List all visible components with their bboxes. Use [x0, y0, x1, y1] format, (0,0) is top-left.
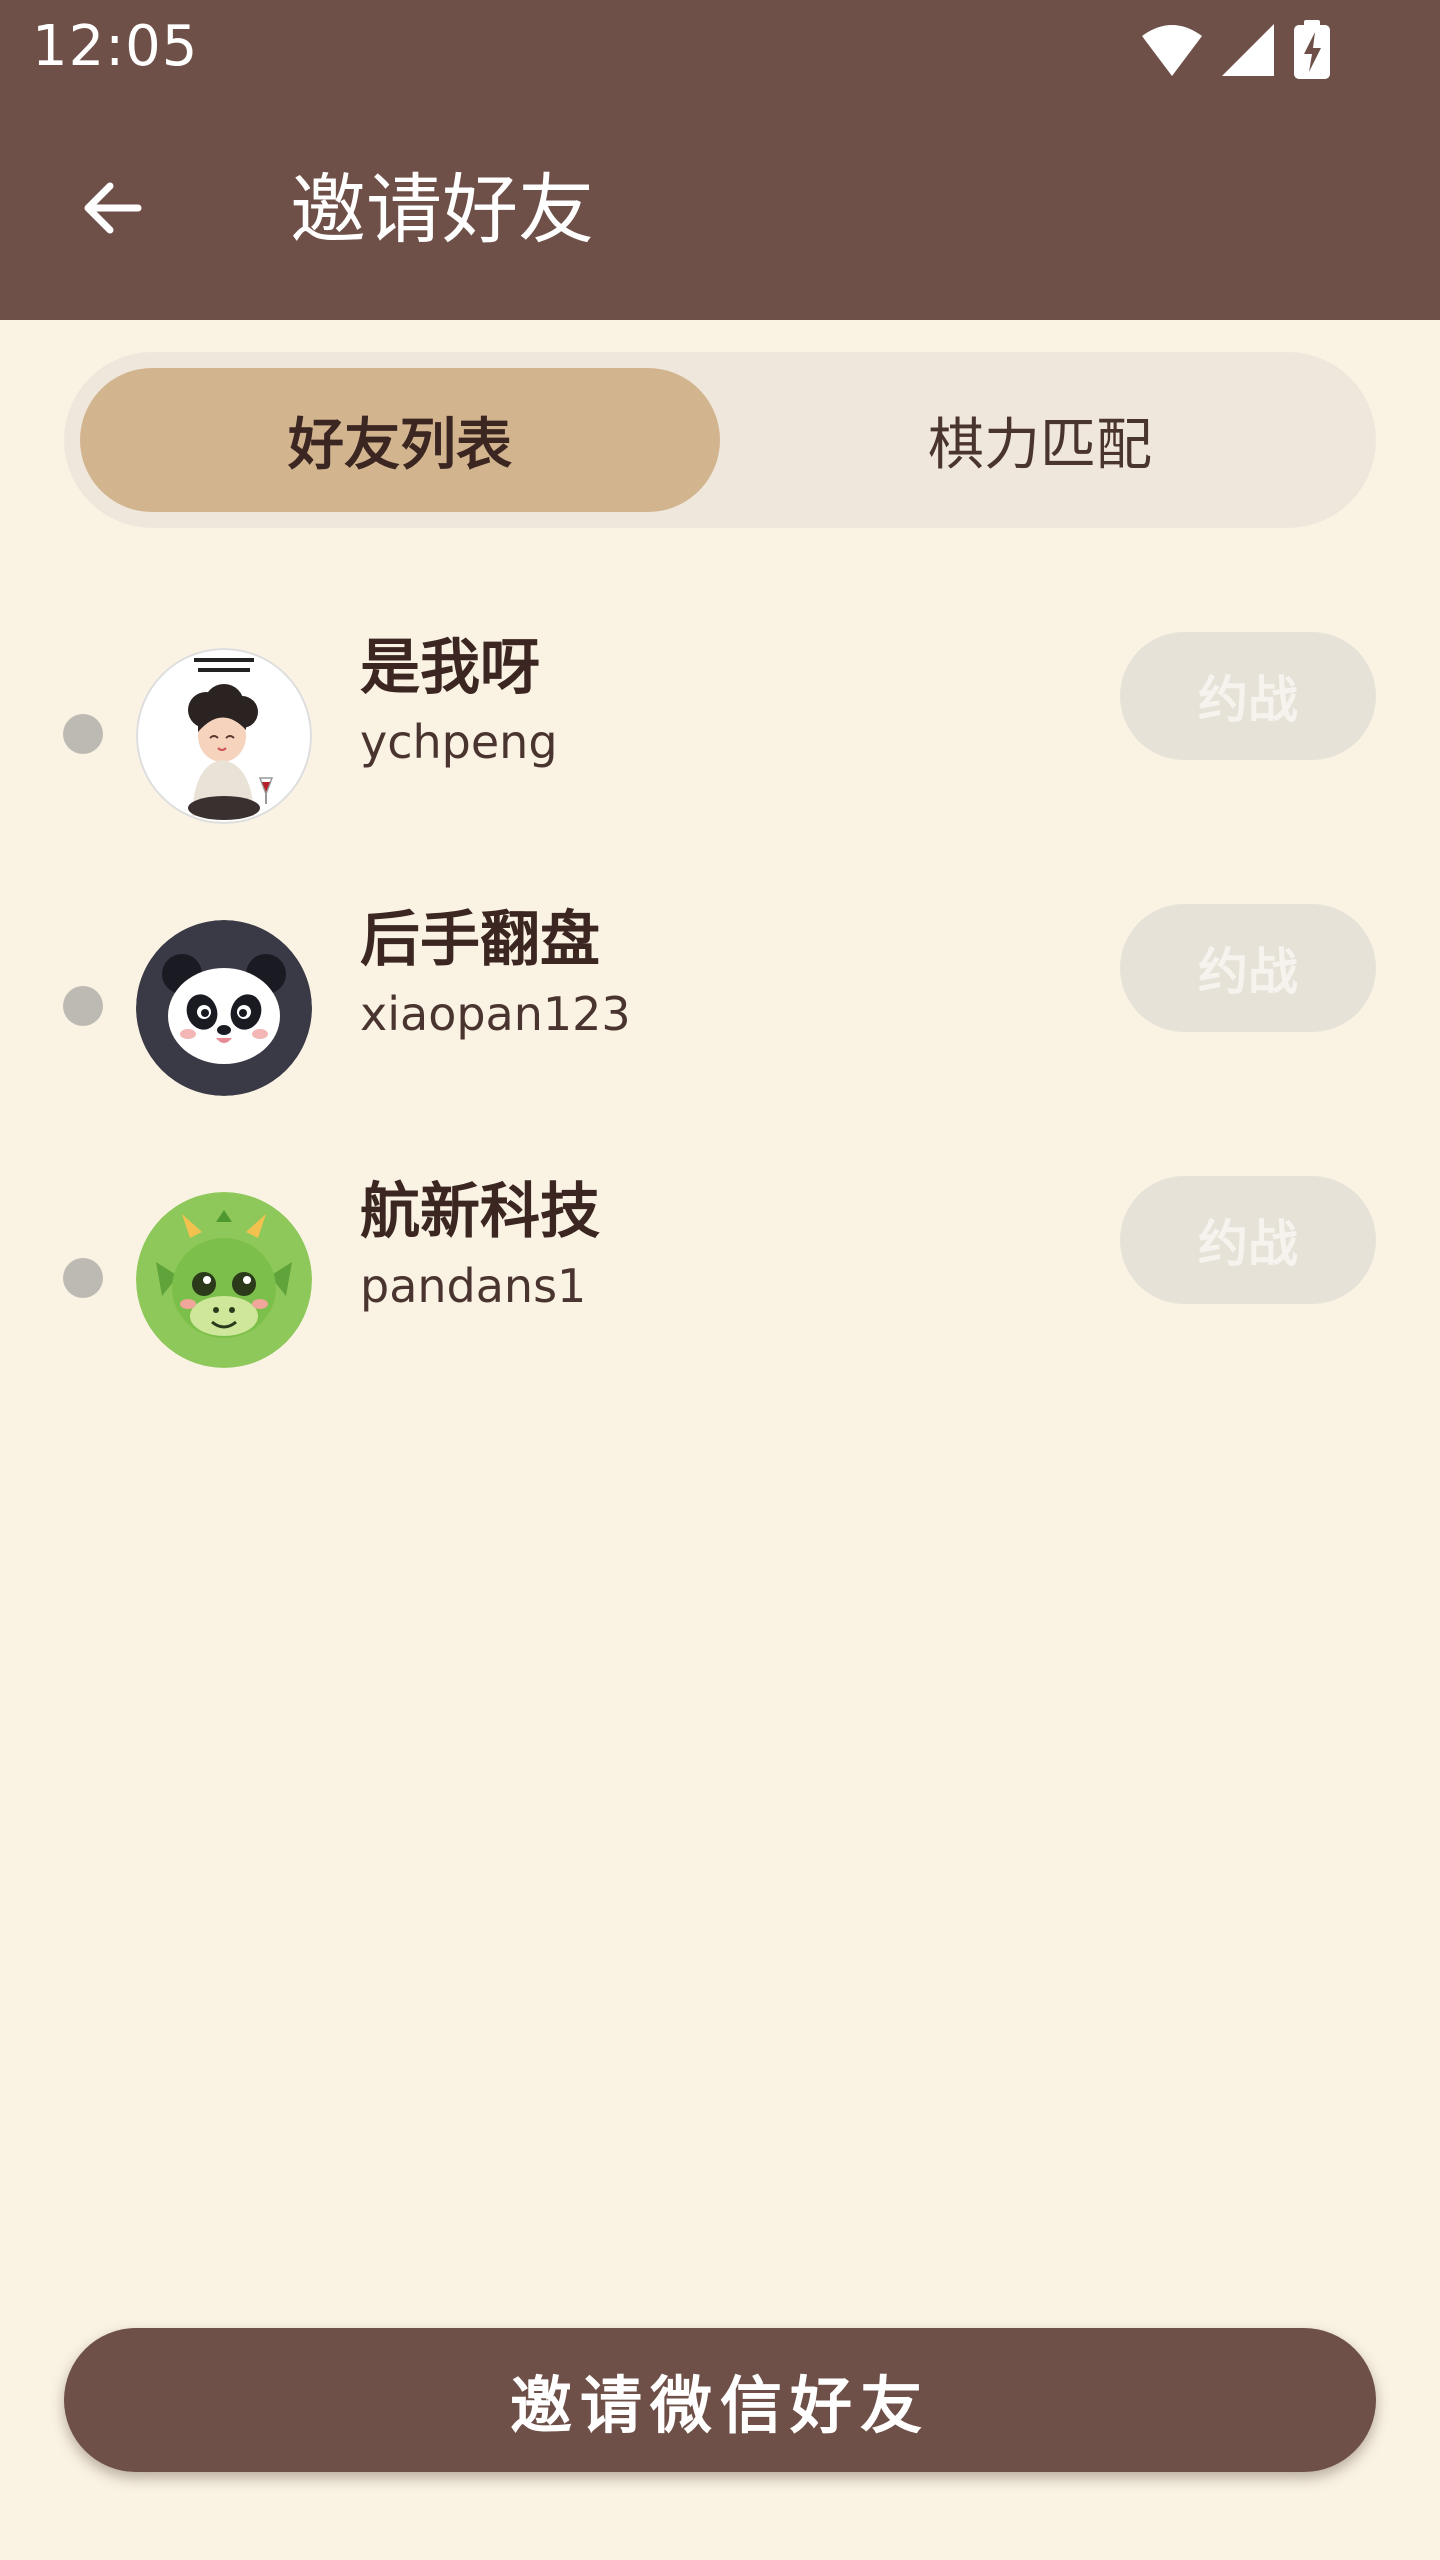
list-item: 航新科技 pandans1 约战 [0, 1144, 1440, 1416]
offline-status-dot [63, 986, 103, 1026]
friend-name: 是我呀 [360, 633, 540, 703]
tab-skill-match[interactable]: 棋力匹配 [720, 368, 1360, 512]
list-item: 是我呀 ychpeng 约战 [0, 600, 1440, 872]
battery-charging-icon [1292, 20, 1332, 80]
challenge-button[interactable]: 约战 [1120, 1176, 1376, 1304]
back-button[interactable] [60, 158, 164, 262]
list-item: 后手翻盘 xiaopan123 约战 [0, 872, 1440, 1144]
wifi-icon [1140, 22, 1204, 78]
challenge-button[interactable]: 约战 [1120, 904, 1376, 1032]
friend-name: 后手翻盘 [360, 905, 600, 975]
friend-list: 是我呀 ychpeng 约战 后手翻盘 xiaopan123 约战 航新科技 p… [0, 600, 1440, 1416]
status-icons [1140, 20, 1332, 80]
invite-friends-screen: 12:05 邀请好友 好友列表 棋力匹配 是我呀 ychpeng 约战 后手翻盘… [0, 0, 1440, 2560]
avatar [136, 648, 312, 824]
friend-username: ychpeng [360, 715, 558, 769]
segmented-tabs: 好友列表 棋力匹配 [64, 352, 1376, 528]
friend-username: xiaopan123 [360, 987, 631, 1041]
offline-status-dot [63, 714, 103, 754]
avatar [136, 1192, 312, 1368]
friend-username: pandans1 [360, 1259, 587, 1313]
status-time: 12:05 [32, 14, 199, 79]
arrow-left-icon [76, 172, 148, 248]
page-title: 邀请好友 [290, 165, 594, 254]
signal-icon [1220, 22, 1276, 78]
invite-wechat-friends-button[interactable]: 邀请微信好友 [64, 2328, 1376, 2472]
friend-name: 航新科技 [360, 1177, 600, 1247]
avatar [136, 920, 312, 1096]
challenge-button[interactable]: 约战 [1120, 632, 1376, 760]
offline-status-dot [63, 1258, 103, 1298]
app-header: 12:05 邀请好友 [0, 0, 1440, 320]
tab-friend-list[interactable]: 好友列表 [80, 368, 720, 512]
